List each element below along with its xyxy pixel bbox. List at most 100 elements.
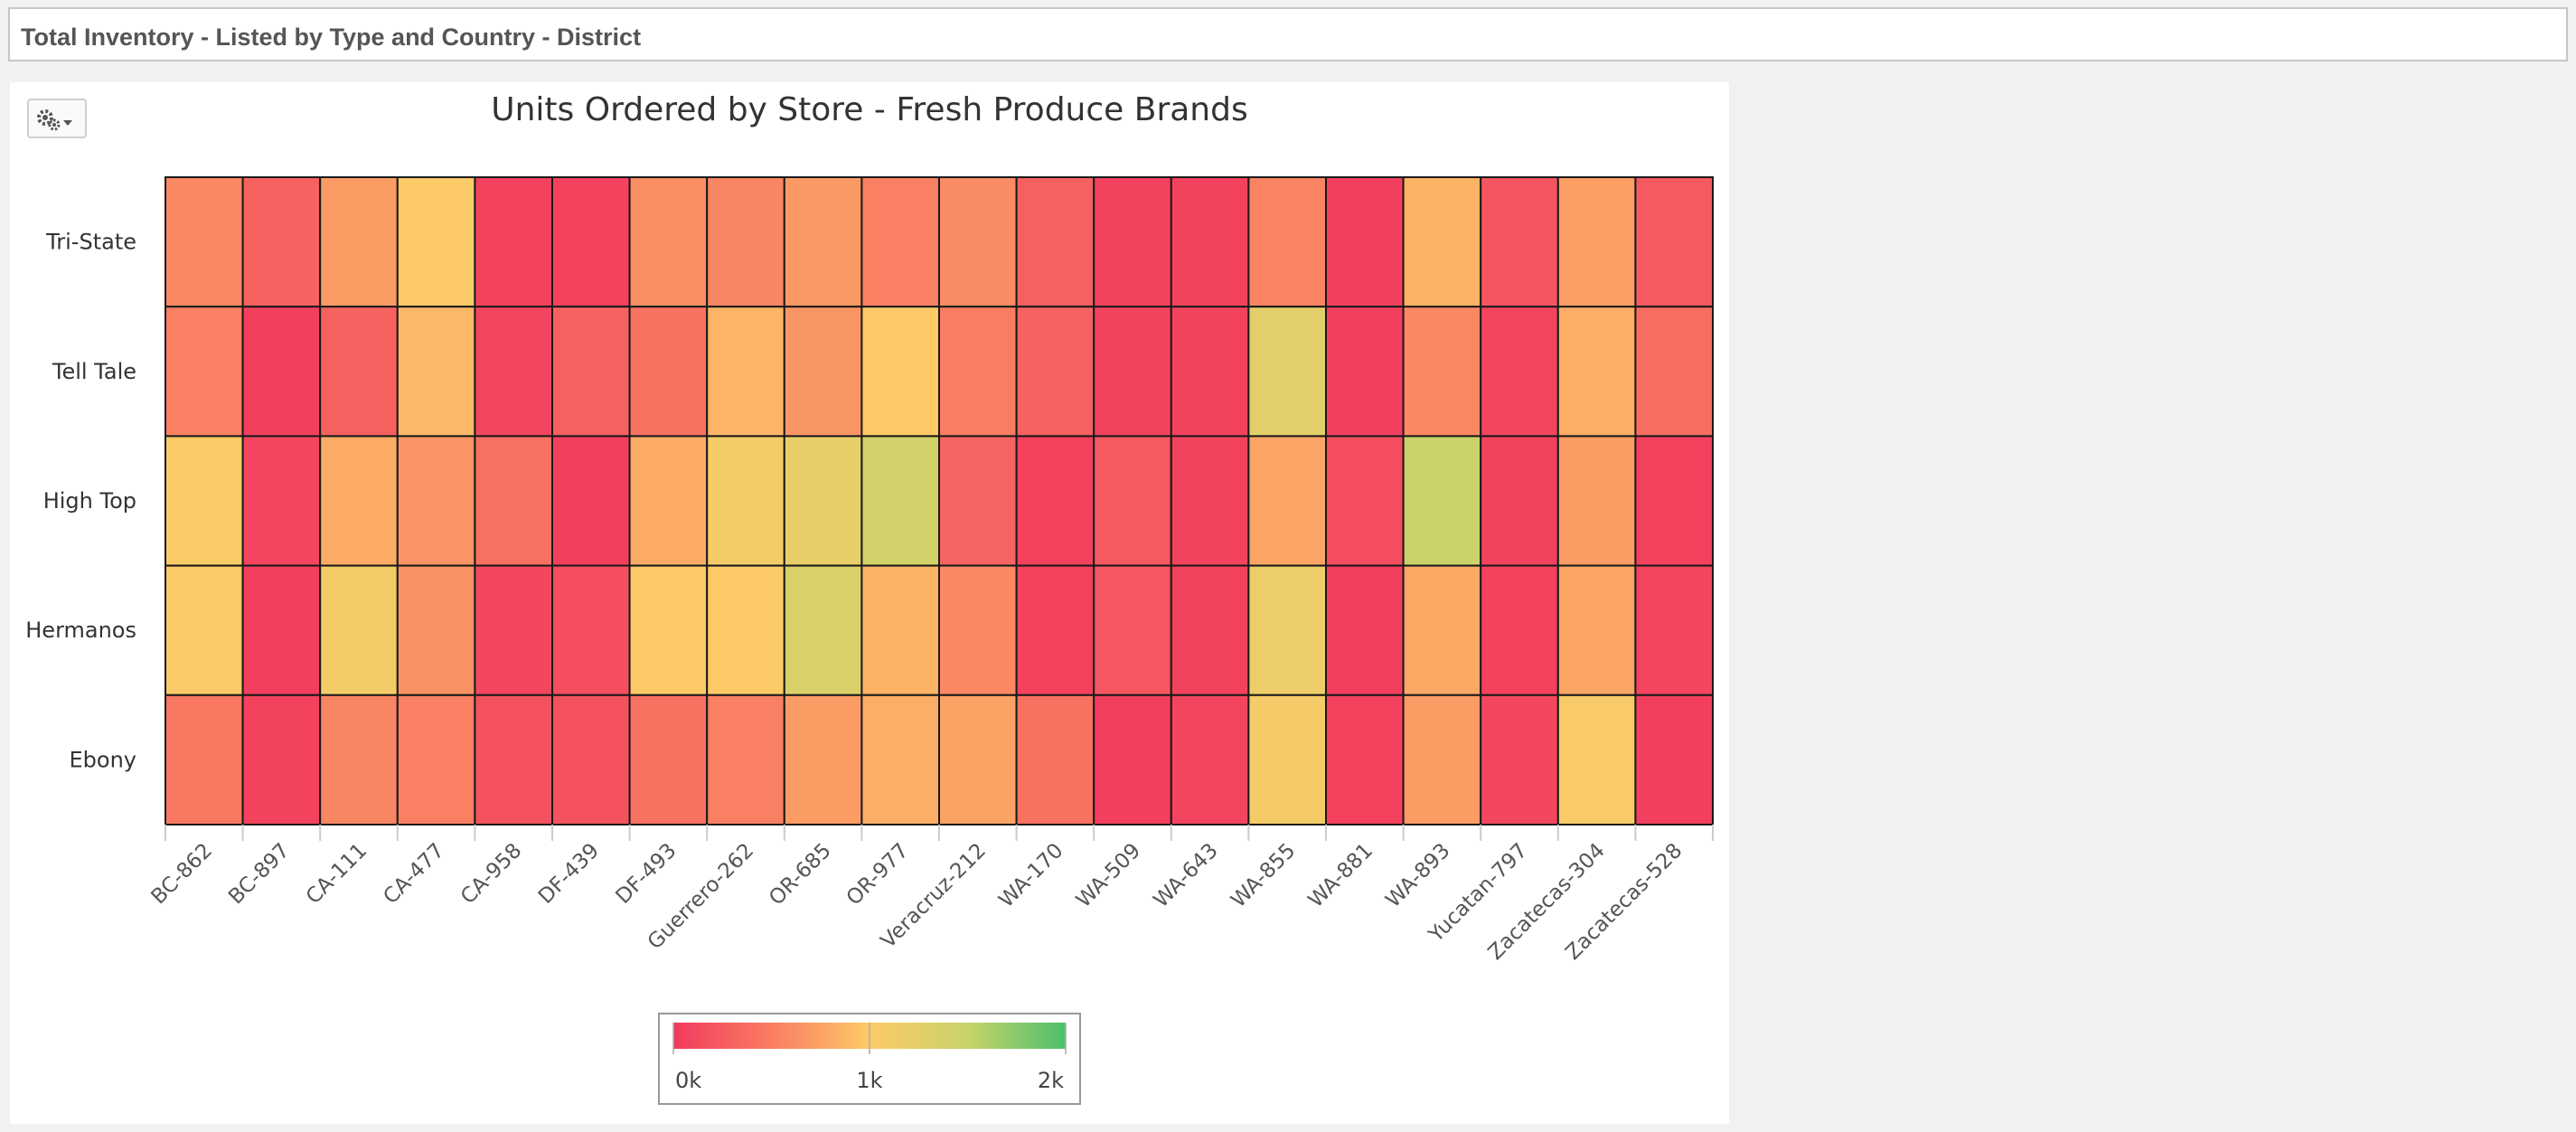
heatmap-cell[interactable] (938, 306, 1018, 438)
heatmap-cell[interactable] (474, 176, 554, 308)
heatmap-cell[interactable] (241, 306, 322, 438)
heatmap-cell[interactable] (1093, 693, 1172, 825)
heatmap-cell[interactable] (319, 306, 399, 438)
heatmap-cell[interactable] (165, 435, 244, 567)
heatmap-cell[interactable] (1634, 693, 1715, 825)
heatmap-cell[interactable] (1480, 564, 1559, 696)
heatmap-cell[interactable] (1556, 435, 1637, 567)
heatmap-cell[interactable] (1015, 435, 1095, 567)
heatmap-cell[interactable] (396, 435, 476, 567)
heatmap-cell[interactable] (1325, 435, 1405, 567)
heatmap-cell[interactable] (1402, 176, 1482, 308)
heatmap-cell[interactable] (1015, 564, 1095, 696)
heatmap-cell[interactable] (1247, 176, 1328, 308)
heatmap-cell[interactable] (1247, 564, 1328, 696)
heatmap-cell[interactable] (396, 306, 476, 438)
heatmap-cell[interactable] (165, 564, 244, 696)
heatmap-cell[interactable] (1015, 693, 1095, 825)
heatmap-cell[interactable] (706, 693, 785, 825)
heatmap-cell[interactable] (1325, 693, 1405, 825)
heatmap-cell[interactable] (628, 306, 709, 438)
heatmap-cell[interactable] (1170, 176, 1250, 308)
heatmap-cell[interactable] (1093, 306, 1172, 438)
heatmap-cell[interactable] (1480, 435, 1559, 567)
heatmap-cell[interactable] (474, 564, 554, 696)
heatmap-cell[interactable] (860, 176, 941, 308)
heatmap-cell[interactable] (396, 693, 476, 825)
heatmap-cell[interactable] (1556, 564, 1637, 696)
heatmap-cell[interactable] (1556, 693, 1637, 825)
heatmap-cell[interactable] (1634, 435, 1715, 567)
heatmap-cell[interactable] (1247, 693, 1328, 825)
heatmap-cell[interactable] (165, 306, 244, 438)
heatmap-cell[interactable] (938, 176, 1018, 308)
heatmap-cell[interactable] (938, 564, 1018, 696)
heatmap-cell[interactable] (1556, 306, 1637, 438)
heatmap-cell[interactable] (1247, 435, 1328, 567)
heatmap-cell[interactable] (241, 564, 322, 696)
heatmap-cell[interactable] (706, 176, 785, 308)
heatmap-cell[interactable] (783, 176, 863, 308)
heatmap-cell[interactable] (1402, 306, 1482, 438)
heatmap-cell[interactable] (783, 564, 863, 696)
heatmap-cell[interactable] (1556, 176, 1637, 308)
heatmap-cell[interactable] (938, 693, 1018, 825)
heatmap-cell[interactable] (860, 435, 941, 567)
heatmap-cell[interactable] (628, 176, 709, 308)
heatmap-cell[interactable] (1170, 564, 1250, 696)
heatmap-cell[interactable] (628, 564, 709, 696)
heatmap-cell[interactable] (1634, 564, 1715, 696)
heatmap-cell[interactable] (628, 693, 709, 825)
heatmap-cell[interactable] (241, 435, 322, 567)
heatmap-cell[interactable] (165, 693, 244, 825)
heatmap-cell[interactable] (1170, 435, 1250, 567)
heatmap-cell[interactable] (1634, 306, 1715, 438)
heatmap-cell[interactable] (551, 176, 631, 308)
heatmap-cell[interactable] (319, 693, 399, 825)
heatmap-cell[interactable] (551, 693, 631, 825)
heatmap-cell[interactable] (474, 435, 554, 567)
heatmap-cell[interactable] (551, 306, 631, 438)
heatmap-cell[interactable] (1480, 306, 1559, 438)
heatmap-cell[interactable] (783, 306, 863, 438)
heatmap-cell[interactable] (1480, 693, 1559, 825)
heatmap-cell[interactable] (1015, 176, 1095, 308)
heatmap-cell[interactable] (319, 564, 399, 696)
heatmap-cell[interactable] (1402, 564, 1482, 696)
heatmap-cell[interactable] (1093, 435, 1172, 567)
heatmap-cell[interactable] (1480, 176, 1559, 308)
heatmap-cell[interactable] (551, 564, 631, 696)
heatmap-cell[interactable] (319, 176, 399, 308)
heatmap-cell[interactable] (706, 435, 785, 567)
heatmap-cell[interactable] (706, 564, 785, 696)
heatmap-cell[interactable] (938, 435, 1018, 567)
heatmap-cell[interactable] (1325, 564, 1405, 696)
heatmap-cell[interactable] (1325, 306, 1405, 438)
heatmap-cell[interactable] (1170, 306, 1250, 438)
chart-menu-button[interactable] (27, 99, 87, 138)
heatmap-cell[interactable] (396, 564, 476, 696)
heatmap-cell[interactable] (241, 693, 322, 825)
heatmap-cell[interactable] (1170, 693, 1250, 825)
heatmap-cell[interactable] (474, 306, 554, 438)
heatmap-cell[interactable] (165, 176, 244, 308)
heatmap-cell[interactable] (474, 693, 554, 825)
heatmap-cell[interactable] (706, 306, 785, 438)
heatmap-cell[interactable] (1093, 564, 1172, 696)
heatmap-cell[interactable] (1093, 176, 1172, 308)
heatmap-cell[interactable] (241, 176, 322, 308)
heatmap-cell[interactable] (396, 176, 476, 308)
heatmap-cell[interactable] (1402, 693, 1482, 825)
heatmap-cell[interactable] (551, 435, 631, 567)
heatmap-cell[interactable] (1634, 176, 1715, 308)
heatmap-cell[interactable] (1015, 306, 1095, 438)
heatmap-cell[interactable] (1402, 435, 1482, 567)
heatmap-cell[interactable] (628, 435, 709, 567)
heatmap-cell[interactable] (860, 306, 941, 438)
heatmap-cell[interactable] (783, 435, 863, 567)
heatmap-cell[interactable] (1247, 306, 1328, 438)
heatmap-cell[interactable] (860, 693, 941, 825)
heatmap-cell[interactable] (319, 435, 399, 567)
heatmap-cell[interactable] (1325, 176, 1405, 308)
heatmap-cell[interactable] (783, 693, 863, 825)
